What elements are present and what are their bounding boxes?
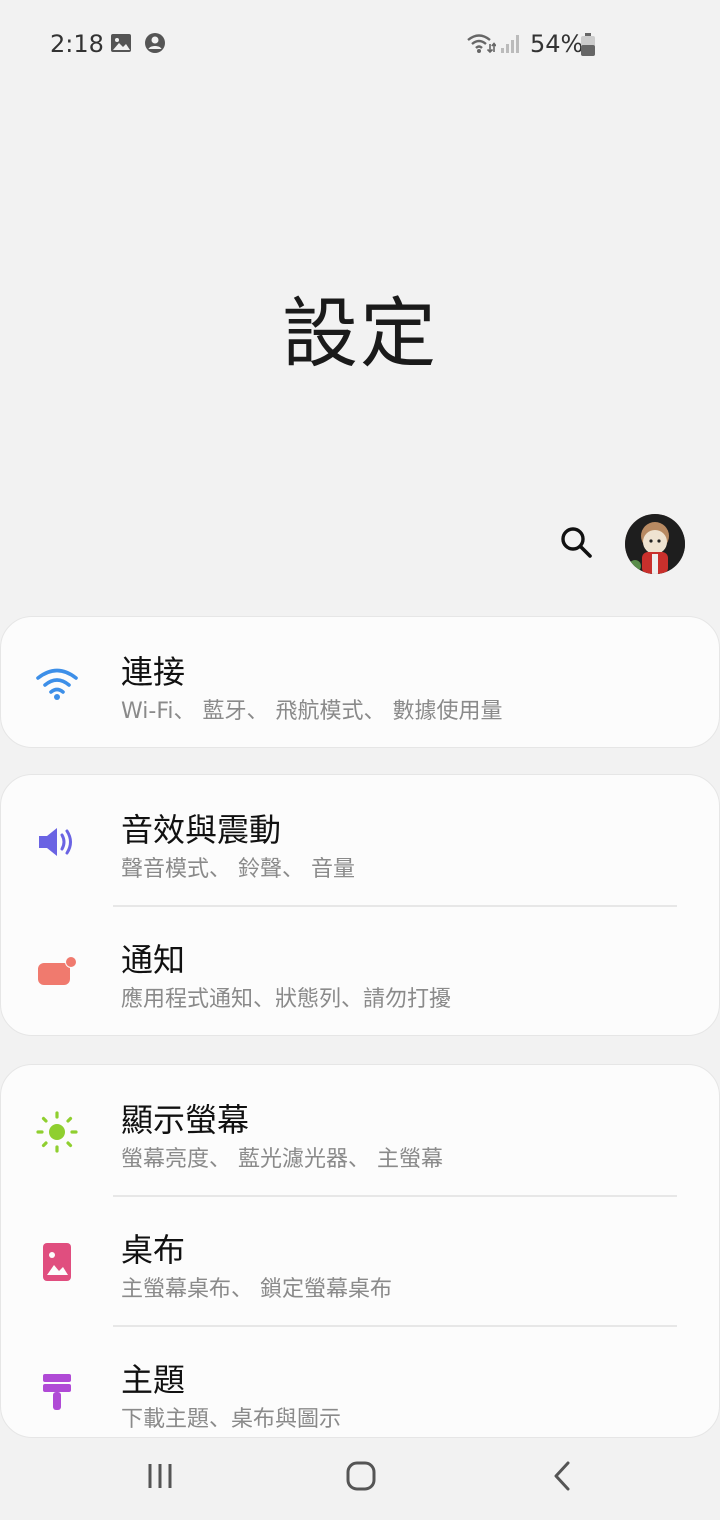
avatar[interactable] [625, 514, 685, 574]
home-button[interactable] [331, 1456, 391, 1500]
brightness-icon [35, 1110, 79, 1154]
settings-item-sound[interactable]: 音效與震動 聲音模式、 鈴聲、 音量 [1, 775, 719, 905]
signal-icon [500, 34, 522, 58]
status-left-icons [110, 32, 166, 58]
item-subtitle: 下載主題、桌布與圖示 [121, 1407, 342, 1432]
item-title: 主題 [121, 1361, 186, 1399]
settings-card-connections: 連接 Wi-Fi、 藍牙、 飛航模式、 數據使用量 [0, 616, 720, 748]
navigation-bar [0, 1436, 720, 1520]
notification-icon [35, 950, 79, 994]
item-title: 音效與震動 [121, 811, 282, 849]
settings-item-display[interactable]: 顯示螢幕 螢幕亮度、 藍光濾光器、 主螢幕 [1, 1065, 719, 1195]
settings-item-themes[interactable]: 主題 下載主題、桌布與圖示 [1, 1325, 719, 1437]
image-notification-icon [110, 33, 132, 57]
item-title: 顯示螢幕 [121, 1101, 250, 1139]
status-bar: 2:18 54% [0, 0, 720, 90]
item-subtitle: 主螢幕桌布、 鎖定螢幕桌布 [121, 1277, 392, 1302]
back-button[interactable] [532, 1456, 592, 1500]
search-button[interactable] [556, 524, 596, 564]
back-icon [550, 1460, 574, 1496]
item-subtitle: 應用程式通知、狀態列、請勿打擾 [121, 987, 452, 1012]
wallpaper-icon [35, 1240, 79, 1284]
recents-button[interactable] [130, 1456, 190, 1500]
search-icon [559, 525, 593, 563]
settings-item-connections[interactable]: 連接 Wi-Fi、 藍牙、 飛航模式、 數據使用量 [1, 617, 719, 747]
battery-icon [580, 33, 596, 61]
settings-item-wallpaper[interactable]: 桌布 主螢幕桌布、 鎖定螢幕桌布 [1, 1195, 719, 1325]
item-title: 桌布 [121, 1231, 186, 1269]
recents-icon [145, 1461, 175, 1495]
settings-card-sound-notifications: 音效與震動 聲音模式、 鈴聲、 音量 通知 應用程式通知、狀態列、請勿打擾 [0, 774, 720, 1036]
sound-icon [35, 820, 79, 864]
item-subtitle: Wi-Fi、 藍牙、 飛航模式、 數據使用量 [121, 699, 503, 724]
wifi-status-icon [466, 32, 497, 60]
theme-icon [35, 1370, 79, 1414]
status-time: 2:18 [50, 30, 104, 58]
home-icon [345, 1460, 377, 1496]
item-subtitle: 聲音模式、 鈴聲、 音量 [121, 857, 355, 882]
account-notification-icon [144, 32, 166, 58]
page-title: 設定 [282, 289, 438, 378]
settings-item-notifications[interactable]: 通知 應用程式通知、狀態列、請勿打擾 [1, 905, 719, 1035]
item-subtitle: 螢幕亮度、 藍光濾光器、 主螢幕 [121, 1147, 443, 1172]
battery-percent: 54% [530, 30, 584, 58]
item-title: 通知 [121, 941, 186, 979]
wifi-icon [35, 662, 79, 706]
item-title: 連接 [121, 653, 186, 691]
settings-card-display: 顯示螢幕 螢幕亮度、 藍光濾光器、 主螢幕 桌布 主螢幕桌布、 鎖定螢幕桌布 主… [0, 1064, 720, 1438]
